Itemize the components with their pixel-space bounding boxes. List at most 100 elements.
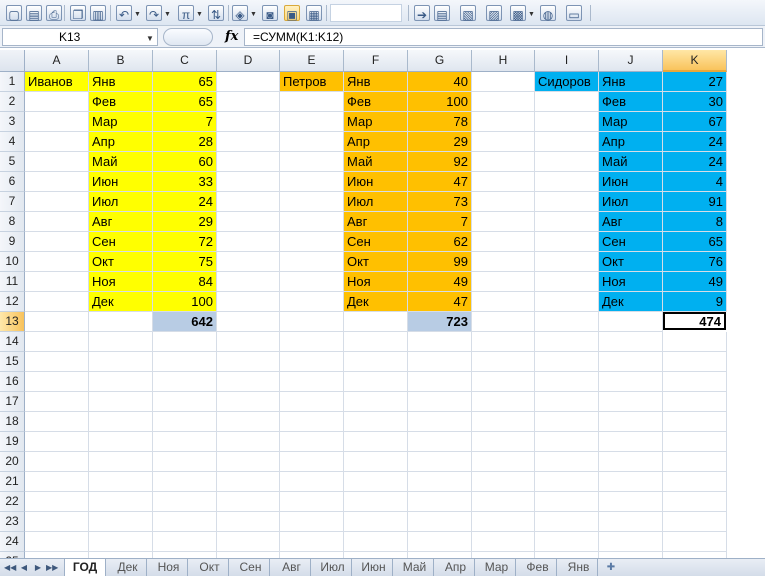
empty-cell[interactable] (25, 412, 89, 432)
empty-cell[interactable] (472, 372, 535, 392)
row-header-17[interactable]: 17 (0, 392, 25, 412)
value-cell[interactable]: 28 (153, 132, 217, 152)
empty-cell[interactable] (472, 492, 535, 512)
empty-cell[interactable] (217, 92, 280, 112)
empty-cell[interactable] (153, 372, 217, 392)
empty-cell[interactable] (280, 192, 344, 212)
empty-cell[interactable] (472, 152, 535, 172)
value-cell[interactable]: 24 (663, 132, 727, 152)
month-cell[interactable]: Фев (344, 92, 408, 112)
empty-cell[interactable] (535, 432, 599, 452)
empty-cell[interactable] (599, 532, 663, 552)
empty-cell[interactable] (535, 312, 599, 332)
empty-cell[interactable] (344, 472, 408, 492)
sheet-tab-10[interactable]: Мар (478, 559, 516, 576)
empty-cell[interactable] (153, 432, 217, 452)
empty-cell[interactable] (535, 132, 599, 152)
month-cell[interactable]: Янв (344, 72, 408, 92)
value-cell[interactable]: 67 (663, 112, 727, 132)
insert-function-icon[interactable]: fx (225, 29, 238, 44)
empty-cell[interactable] (89, 432, 153, 452)
undo-icon[interactable]: ↶ (116, 5, 132, 22)
empty-cell[interactable] (408, 392, 472, 412)
empty-cell[interactable] (535, 452, 599, 472)
empty-cell[interactable] (472, 212, 535, 232)
empty-cell[interactable] (153, 492, 217, 512)
empty-cell[interactable] (535, 252, 599, 272)
month-cell[interactable]: Май (599, 152, 663, 172)
empty-cell[interactable] (535, 292, 599, 312)
empty-cell[interactable] (25, 252, 89, 272)
empty-cell[interactable] (217, 432, 280, 452)
row-header-1[interactable]: 1 (0, 72, 25, 92)
sheet-tab-8[interactable]: Май (396, 559, 434, 576)
chevron-down-icon[interactable]: ▼ (164, 6, 171, 24)
value-cell[interactable]: 99 (408, 252, 472, 272)
empty-cell[interactable] (89, 472, 153, 492)
empty-cell[interactable] (217, 512, 280, 532)
empty-cell[interactable] (153, 512, 217, 532)
person-name-cell[interactable]: Иванов (25, 72, 89, 92)
value-cell[interactable]: 29 (408, 132, 472, 152)
value-cell[interactable]: 8 (663, 212, 727, 232)
empty-cell[interactable] (153, 392, 217, 412)
value-cell[interactable]: 65 (663, 232, 727, 252)
empty-cell[interactable] (344, 432, 408, 452)
month-cell[interactable]: Янв (89, 72, 153, 92)
value-cell[interactable]: 72 (153, 232, 217, 252)
month-cell[interactable]: Сен (599, 232, 663, 252)
empty-cell[interactable] (280, 372, 344, 392)
empty-cell[interactable] (25, 312, 89, 332)
empty-cell[interactable] (663, 332, 727, 352)
empty-cell[interactable] (599, 512, 663, 532)
row-header-3[interactable]: 3 (0, 112, 25, 132)
empty-cell[interactable] (663, 452, 727, 472)
empty-cell[interactable] (89, 332, 153, 352)
empty-cell[interactable] (535, 212, 599, 232)
empty-cell[interactable] (663, 432, 727, 452)
select-all-corner[interactable] (0, 50, 25, 72)
empty-cell[interactable] (408, 412, 472, 432)
empty-cell[interactable] (535, 512, 599, 532)
empty-cell[interactable] (408, 492, 472, 512)
empty-cell[interactable] (472, 432, 535, 452)
empty-cell[interactable] (408, 512, 472, 532)
empty-cell[interactable] (217, 72, 280, 92)
sheet-tab-7[interactable]: Июн (355, 559, 393, 576)
empty-cell[interactable] (25, 212, 89, 232)
empty-cell[interactable] (280, 312, 344, 332)
month-cell[interactable]: Июл (599, 192, 663, 212)
prev-sheet-icon[interactable]: ◀ (18, 561, 30, 574)
empty-cell[interactable] (25, 332, 89, 352)
new-icon[interactable]: ▢ (6, 5, 22, 22)
value-cell[interactable]: 49 (408, 272, 472, 292)
row-header-21[interactable]: 21 (0, 472, 25, 492)
row-header-18[interactable]: 18 (0, 412, 25, 432)
empty-cell[interactable] (663, 512, 727, 532)
row-header-5[interactable]: 5 (0, 152, 25, 172)
empty-cell[interactable] (280, 432, 344, 452)
value-cell[interactable]: 24 (153, 192, 217, 212)
month-cell[interactable]: Авг (89, 212, 153, 232)
column-header-b[interactable]: B (89, 50, 153, 72)
empty-cell[interactable] (25, 532, 89, 552)
empty-cell[interactable] (25, 92, 89, 112)
empty-cell[interactable] (472, 92, 535, 112)
month-cell[interactable]: Ноя (344, 272, 408, 292)
month-cell[interactable]: Июл (344, 192, 408, 212)
lock-icon[interactable]: ▣ (284, 5, 300, 22)
empty-cell[interactable] (599, 312, 663, 332)
empty-cell[interactable] (217, 152, 280, 172)
globe-icon[interactable]: ◍ (540, 5, 556, 22)
empty-cell[interactable] (344, 452, 408, 472)
empty-cell[interactable] (472, 132, 535, 152)
empty-cell[interactable] (599, 332, 663, 352)
chevron-down-icon[interactable]: ▼ (528, 6, 535, 24)
value-cell[interactable]: 75 (153, 252, 217, 272)
month-cell[interactable]: Янв (599, 72, 663, 92)
empty-cell[interactable] (25, 432, 89, 452)
value-cell[interactable]: 84 (153, 272, 217, 292)
column-header-f[interactable]: F (344, 50, 408, 72)
empty-cell[interactable] (217, 292, 280, 312)
row-header-12[interactable]: 12 (0, 292, 25, 312)
